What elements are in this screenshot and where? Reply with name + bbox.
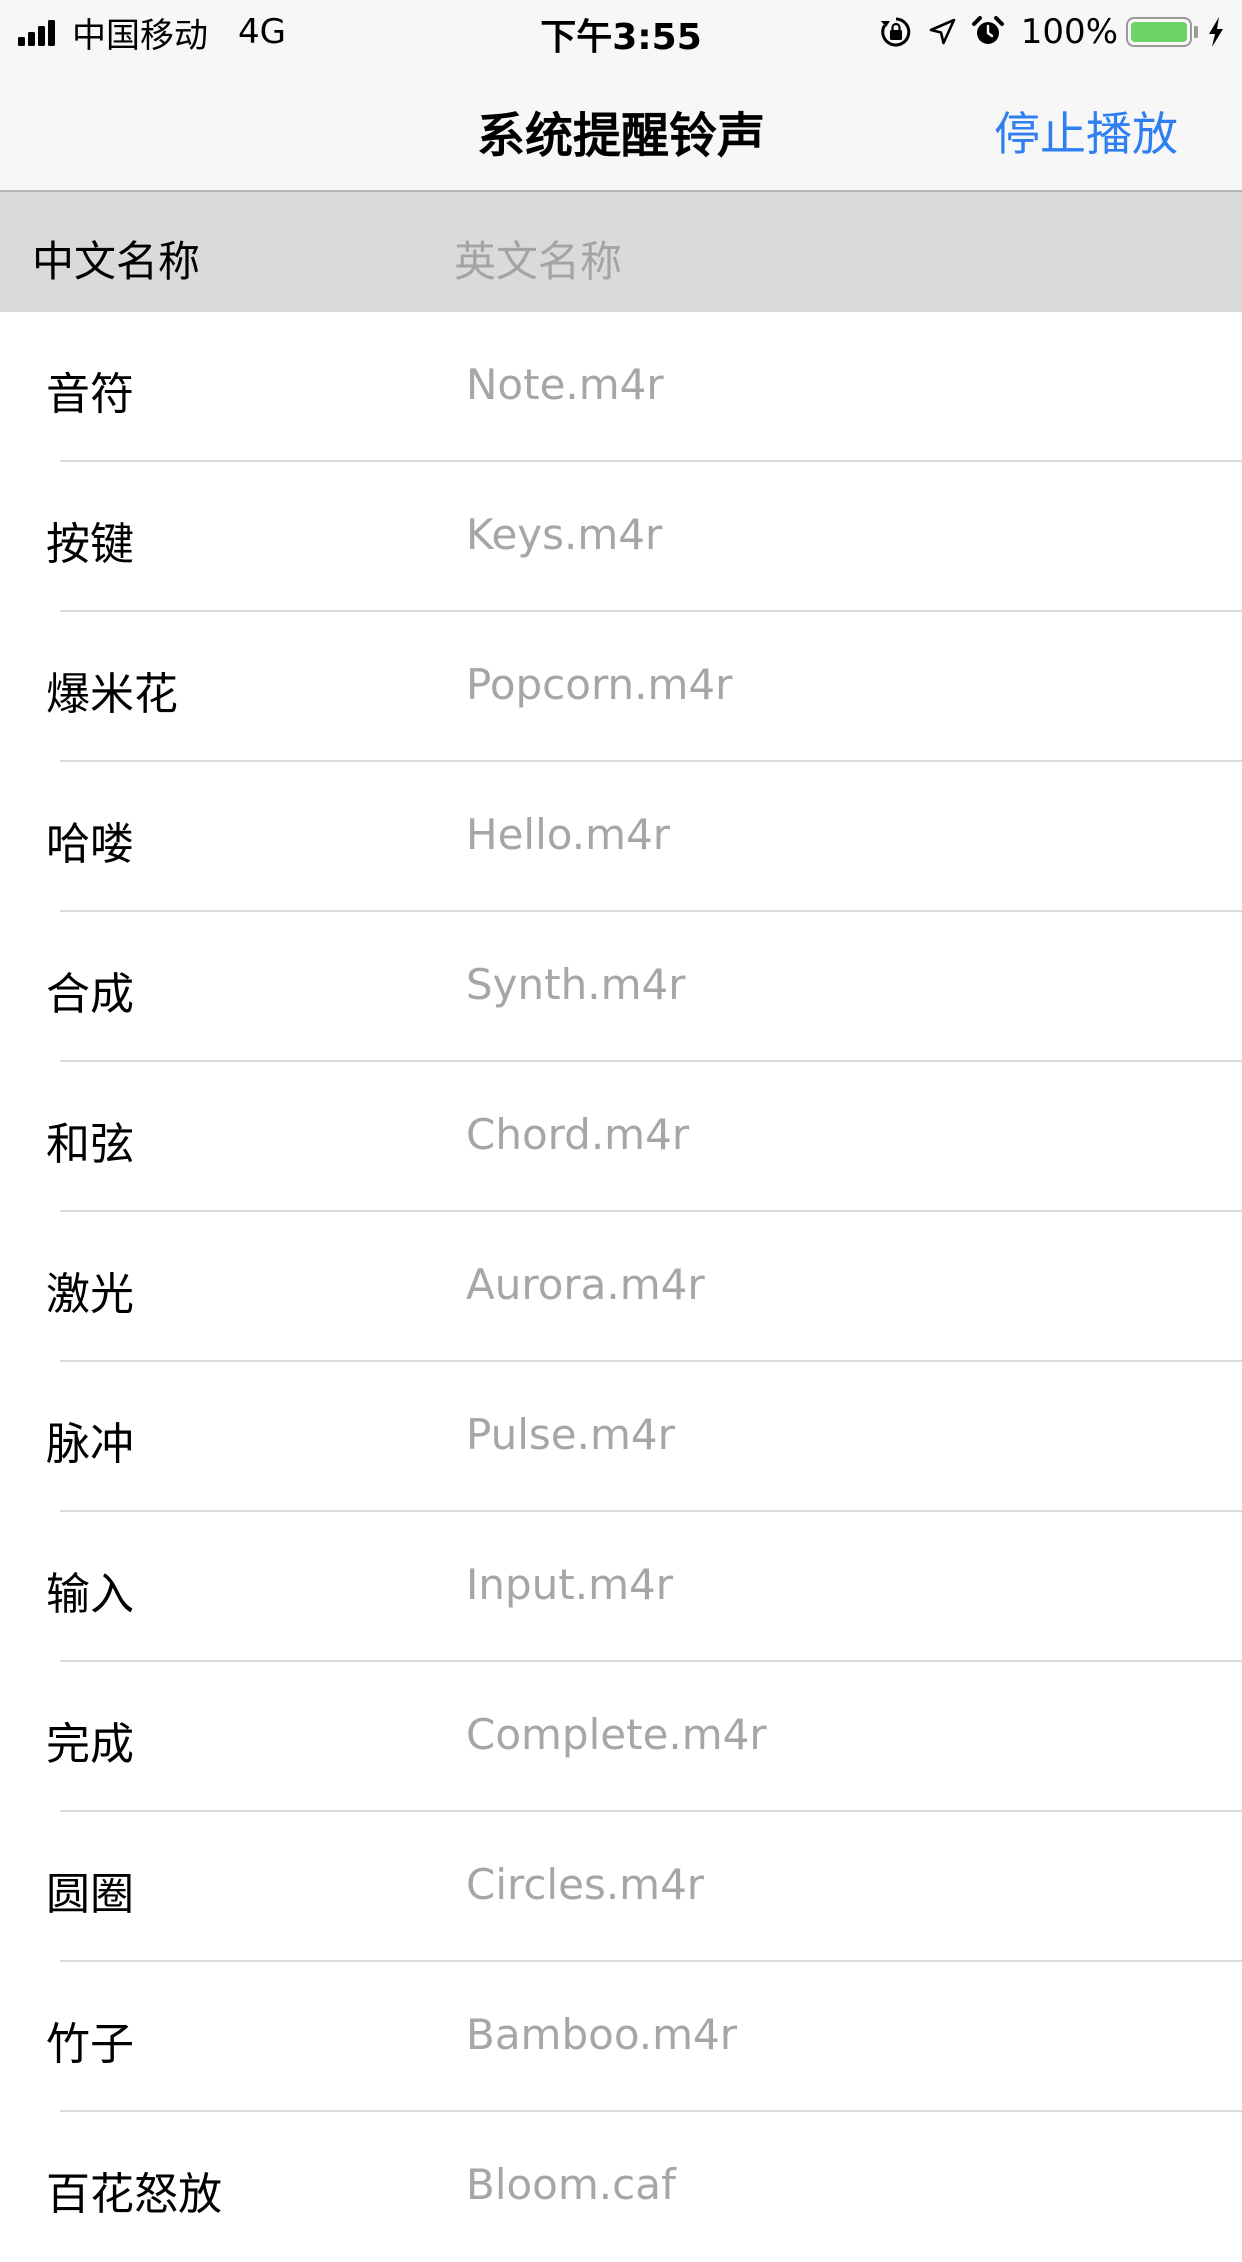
ringtone-chinese-name: 哈喽: [46, 819, 134, 870]
ringtone-file-name: Note.m4r: [466, 360, 664, 409]
ringtone-file-name: Complete.m4r: [466, 1710, 767, 1759]
ringtone-file-name: Bamboo.m4r: [466, 2010, 738, 2059]
ringtone-row[interactable]: 脉冲 Pulse.m4r: [0, 1362, 1242, 1512]
ringtone-chinese-name: 圆圈: [46, 1869, 134, 1920]
ringtone-row[interactable]: 输入 Input.m4r: [0, 1512, 1242, 1662]
ringtone-row[interactable]: 激光 Aurora.m4r: [0, 1212, 1242, 1362]
column-header-chinese-name: 中文名称: [32, 237, 201, 286]
ringtone-chinese-name: 百花怒放: [46, 2169, 222, 2220]
ringtone-file-name: Chord.m4r: [466, 1110, 690, 1159]
ringtone-chinese-name: 输入: [46, 1569, 134, 1620]
ringtone-row[interactable]: 哈喽 Hello.m4r: [0, 762, 1242, 912]
ringtone-chinese-name: 爆米花: [46, 669, 178, 720]
ringtone-chinese-name: 竹子: [46, 2019, 134, 2070]
ringtone-file-name: Keys.m4r: [466, 510, 663, 559]
ringtone-chinese-name: 脉冲: [46, 1419, 134, 1470]
ringtone-file-name: Pulse.m4r: [466, 1410, 675, 1459]
ringtone-chinese-name: 合成: [46, 969, 134, 1020]
stop-playback-button[interactable]: 停止播放: [994, 98, 1178, 164]
ringtone-chinese-name: 按键: [46, 519, 134, 570]
ringtone-row[interactable]: 按键 Keys.m4r: [0, 462, 1242, 612]
ringtone-row[interactable]: 竹子 Bamboo.m4r: [0, 1962, 1242, 2112]
battery-nub: [1194, 26, 1198, 38]
alarm-icon: [971, 15, 1005, 49]
ringtone-file-name: Synth.m4r: [466, 960, 686, 1009]
ringtone-file-name: Hello.m4r: [466, 810, 670, 859]
ringtone-row[interactable]: 合成 Synth.m4r: [0, 912, 1242, 1062]
ringtone-row[interactable]: 音符 Note.m4r: [0, 312, 1242, 462]
ringtone-file-name: Circles.m4r: [466, 1860, 705, 1909]
rotation-lock-icon: [879, 15, 913, 49]
ringtone-list: 音符 Note.m4r 按键 Keys.m4r 爆米花 Popcorn.m4r 哈喽 H…: [0, 312, 1242, 2262]
ringtone-chinese-name: 音符: [46, 369, 134, 420]
status-bar: 中国移动 4G 下午3:55 100%: [0, 0, 1242, 62]
ringtone-row[interactable]: 百花怒放 Bloom.caf: [0, 2112, 1242, 2262]
status-right: 100%: [865, 10, 1226, 54]
table-header: 中文名称 英文名称: [0, 192, 1242, 312]
ringtone-file-name: Input.m4r: [466, 1560, 674, 1609]
ringtone-row[interactable]: 和弦 Chord.m4r: [0, 1062, 1242, 1212]
ringtone-row[interactable]: 完成 Complete.m4r: [0, 1662, 1242, 1812]
ringtone-file-name: Popcorn.m4r: [466, 660, 733, 709]
ringtone-file-name: Aurora.m4r: [466, 1260, 705, 1309]
column-header-english-name: 英文名称: [454, 237, 623, 286]
ringtone-file-name: Bloom.caf: [466, 2160, 676, 2209]
ringtone-row[interactable]: 圆圈 Circles.m4r: [0, 1812, 1242, 1962]
battery-icon: [1126, 17, 1192, 47]
ringtone-chinese-name: 激光: [46, 1269, 134, 1320]
charging-icon: [1206, 15, 1226, 49]
ringtone-row[interactable]: 爆米花 Popcorn.m4r: [0, 612, 1242, 762]
ringtone-chinese-name: 完成: [46, 1719, 134, 1770]
battery-percent: 100%: [1020, 12, 1118, 52]
ringtone-chinese-name: 和弦: [46, 1119, 134, 1170]
battery-fill: [1131, 22, 1187, 42]
location-icon: [927, 17, 957, 47]
navigation-bar: 系统提醒铃声 停止播放: [0, 62, 1242, 192]
